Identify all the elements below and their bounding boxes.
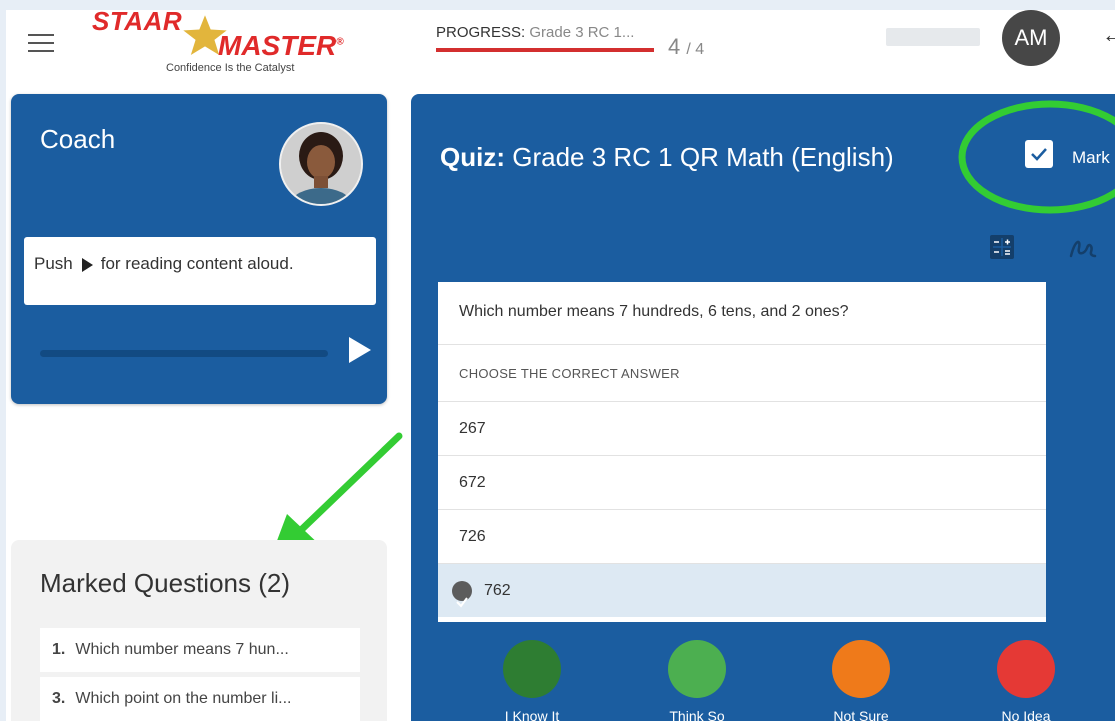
coach-card: Coach Push for reading content aloud. (11, 94, 387, 404)
coach-message: Push for reading content aloud. (24, 237, 376, 305)
play-icon[interactable] (349, 337, 371, 363)
answer-option[interactable]: 726 (438, 510, 1046, 564)
confidence-no-idea-button[interactable] (997, 640, 1055, 698)
coach-avatar (279, 122, 363, 206)
marked-questions-title: Marked Questions (2) (40, 568, 290, 598)
confidence-label: No Idea (1001, 708, 1051, 721)
calculator-icon[interactable] (989, 234, 1015, 260)
progress-count: 4 / 4 (668, 34, 705, 59)
logo-word-master: MASTER® (218, 30, 344, 61)
quiz-title: Quiz: Grade 3 RC 1 QR Math (English) (440, 142, 894, 172)
user-name-redacted (886, 28, 980, 46)
audio-progress-track[interactable] (40, 350, 328, 357)
marked-questions-panel: Marked Questions (2) 1. Which number mean… (11, 540, 387, 721)
staar-master-logo[interactable]: STAAR MASTER® Confidence Is the Catalyst (92, 10, 362, 80)
confidence-label: I Know It (504, 708, 560, 721)
confidence-label: Not Sure (833, 708, 889, 721)
user-avatar[interactable]: AM (1002, 10, 1060, 66)
marked-question-item[interactable]: 3. Which point on the number li... (40, 677, 360, 721)
logo-word-staar: STAAR (92, 10, 183, 36)
check-circle-icon (452, 581, 472, 608)
marked-questions-list: 1. Which number means 7 hun... 3. Which po… (40, 628, 360, 721)
answer-option[interactable]: 672 (438, 456, 1046, 510)
annotation-circle (958, 100, 1115, 214)
logo-tagline: Confidence Is the Catalyst (166, 62, 295, 74)
app-page: STAAR MASTER® Confidence Is the Catalyst… (6, 10, 1115, 721)
progress-label: PROGRESS: Grade 3 RC 1... (436, 24, 635, 41)
answer-option-selected[interactable]: 762 (438, 564, 1046, 617)
confidence-label: Think So (669, 708, 725, 721)
progress-course: Grade 3 RC 1... (529, 24, 635, 41)
back-arrow-icon[interactable]: ← (1102, 22, 1115, 48)
question-text: Which number means 7 hundreds, 6 tens, a… (438, 282, 1046, 345)
draw-icon[interactable] (1067, 234, 1097, 262)
coach-title: Coach (40, 124, 116, 154)
answer-option[interactable]: 267 (438, 402, 1046, 456)
marked-question-item[interactable]: 1. Which number means 7 hun... (40, 628, 360, 672)
confidence-think-so-button[interactable] (668, 640, 726, 698)
confidence-not-sure-button[interactable] (832, 640, 890, 698)
progress-fill (436, 48, 654, 52)
play-icon-inline (81, 257, 93, 272)
menu-icon[interactable] (28, 34, 54, 54)
quiz-card: Quiz: Grade 3 RC 1 QR Math (English) Mar… (411, 94, 1115, 721)
progress-bar (436, 48, 654, 52)
confidence-i-know-it-button[interactable] (503, 640, 561, 698)
answer-instruction: CHOOSE THE CORRECT ANSWER (438, 345, 1046, 402)
question-box: Which number means 7 hundreds, 6 tens, a… (438, 282, 1046, 622)
